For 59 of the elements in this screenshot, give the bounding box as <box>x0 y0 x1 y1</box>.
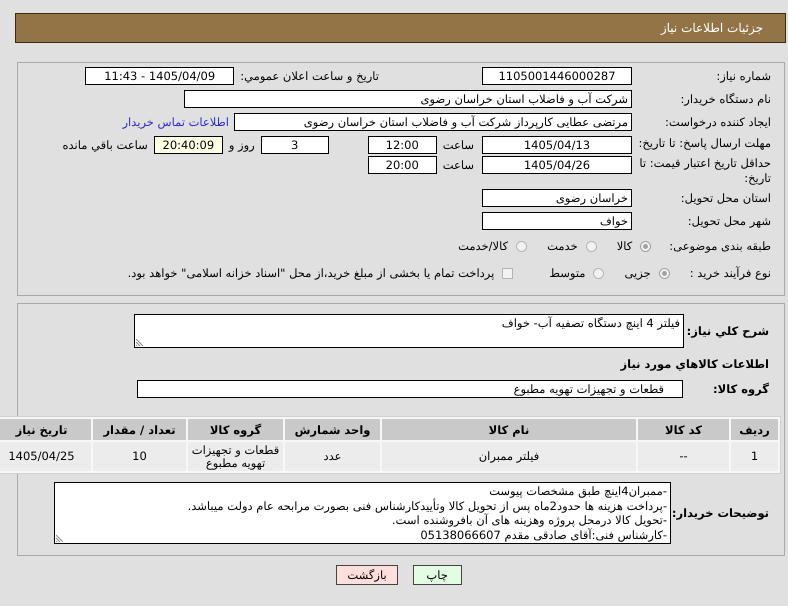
time-label: ساعت <box>442 157 474 174</box>
column-header: واحد شمارش <box>285 419 380 440</box>
radio-option[interactable]: خدمت <box>547 239 597 253</box>
table-cell: 1 <box>731 442 778 471</box>
field-label: شهر محل تحویل: <box>686 214 771 228</box>
column-header: تاریخ نیاز <box>0 419 91 440</box>
field-label: ایجاد کننده درخواست: <box>664 114 771 130</box>
buyer-contact-link[interactable]: اطلاعات تماس خریدار <box>122 115 229 129</box>
radio-option[interactable]: كالا/خدمت <box>458 239 528 253</box>
section-title: اطلاعات كالاهاي مورد نياز <box>620 357 769 371</box>
goods-group-field[interactable]: قطعات و تجهیزات تهویه مطبوع <box>137 380 683 398</box>
column-header: گروه کالا <box>188 419 283 440</box>
resize-grip-icon <box>56 534 64 542</box>
days-field[interactable]: 3 <box>260 136 329 154</box>
time-label: ساعت <box>442 137 474 154</box>
radio-option[interactable]: كالا <box>616 239 652 253</box>
column-header: کد کالا <box>638 419 729 440</box>
page-title: جزئیات اطلاعات نیاز <box>660 21 763 35</box>
time-field[interactable]: 12:00 <box>368 136 437 154</box>
radio-option[interactable]: جزیی <box>624 266 670 280</box>
field-label: گروه کالا: <box>712 382 769 396</box>
city-field[interactable]: خواف <box>482 212 632 230</box>
checkbox-option[interactable]: پرداخت تمام یا بخشی از مبلغ خرید،از محل "اسناد خزانه اسلامی" خواهد بود. <box>128 266 514 280</box>
table-cell: 10 <box>93 442 186 471</box>
print-button[interactable]: چاپ <box>412 565 462 585</box>
table-cell: فیلتر ممبران <box>382 442 636 471</box>
table-cell: -- <box>638 442 729 471</box>
buyer-org-field[interactable]: شرکت آب و فاضلاب استان خراسان رضوی <box>184 90 632 108</box>
buyer-notes-field[interactable]: -ممبران4اینچ طبق مشخصات پیوست -پرداخت هزینه ها حدود2ماه پس از تحویل کالا وتأییدکارشناس فنی بصورت مرابحه عام دولت میباشد. -تحویل کالا درمحل پروژه وهزینه های آن بافروشنده است. -کارشناس فنی:آقای صادقی مقدم 05138066607 <box>54 482 671 544</box>
column-header: تعداد / مقدار <box>93 419 186 440</box>
resize-grip-icon <box>136 338 144 346</box>
column-header: ردیف <box>731 419 778 440</box>
field-label: حداقل تاريخ اعتبار قيمت: تا تاریخ: <box>638 156 771 186</box>
field-label: نوع فرآیند خرید : <box>690 266 771 280</box>
table-cell: عدد <box>285 442 380 471</box>
table-cell: قطعات و تجهیزات تهویه مطبوع <box>188 442 283 471</box>
announce-date-field[interactable]: 1405/04/09 - 11:43 <box>85 67 234 85</box>
days-label: روز و <box>228 137 255 154</box>
radio-option[interactable]: متوسط <box>549 266 604 280</box>
field-label: شرح كلي نياز: <box>686 324 769 338</box>
back-button[interactable]: بازگشت <box>336 565 398 585</box>
field-label: مهلت ارسال پاسخ: تا تاریخ: <box>638 136 771 151</box>
remaining-time-label: ساعت باقي مانده <box>62 137 148 154</box>
requester-field[interactable]: مرتضی عطایی کارپرداز شرکت آب و فاضلاب استان خراسان رضوی <box>234 113 632 131</box>
table-cell: 1405/04/25 <box>0 442 91 471</box>
date-field[interactable]: 1405/04/26 <box>482 156 632 174</box>
field-label: طبقه بندی موضوعی: <box>669 239 771 253</box>
field-label: تاریخ و ساعت اعلان عمومي: <box>240 69 379 83</box>
field-label: استان محل تحویل: <box>680 190 771 206</box>
field-label: شماره نیاز: <box>715 68 771 84</box>
province-field[interactable]: خراسان رضوی <box>482 189 632 207</box>
field-label: توضیحات خریدار: <box>671 506 769 520</box>
column-header: نام کالا <box>382 419 636 440</box>
time-field[interactable]: 20:00 <box>368 156 437 174</box>
date-field[interactable]: 1405/04/13 <box>482 136 632 154</box>
need-number-field[interactable]: 1105001446000287 <box>482 67 632 85</box>
field-label: نام دستگاه خریدار: <box>679 92 771 106</box>
description-field[interactable]: فیلتر 4 اینچ دستگاه تصفیه آب- خواف <box>134 314 684 348</box>
remaining-time-field[interactable]: 20:40:09 <box>154 136 223 154</box>
